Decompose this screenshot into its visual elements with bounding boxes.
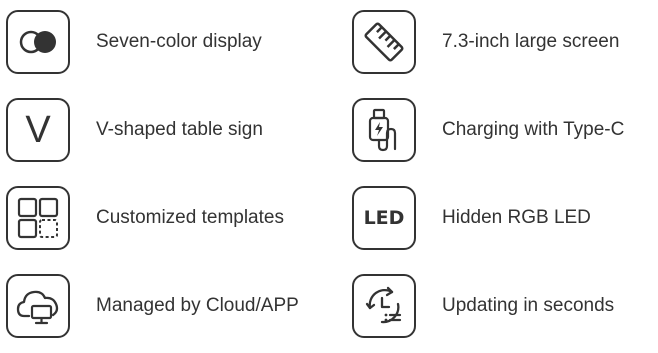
feature-label: Customized templates [96, 207, 284, 228]
feature-label: Updating in seconds [442, 295, 615, 316]
led-icon-text: LED [363, 206, 405, 229]
feature-label: V-shaped table sign [96, 119, 263, 140]
feature-label: Managed by Cloud/APP [96, 295, 299, 316]
refresh-clock-icon [352, 274, 416, 338]
ruler-icon [352, 10, 416, 74]
feature-label: Hidden RGB LED [442, 207, 591, 228]
template-grid-icon [6, 186, 70, 250]
feature-type-c-charging: Charging with Type-C [352, 98, 652, 172]
feature-v-shaped-table-sign: V V-shaped table sign [6, 98, 306, 172]
feature-hidden-rgb-led: LED Hidden RGB LED [352, 186, 652, 260]
led-text-icon: LED [352, 186, 416, 250]
feature-label: Charging with Type-C [442, 119, 625, 140]
feature-seven-color-display: Seven-color display [6, 10, 306, 84]
feature-large-screen: 7.3-inch large screen [352, 10, 652, 84]
feature-label: 7.3-inch large screen [442, 31, 620, 52]
cloud-monitor-icon [6, 274, 70, 338]
feature-updating-in-seconds: Updating in seconds [352, 274, 652, 348]
v-letter-text: V [25, 109, 51, 151]
feature-managed-cloud-app: Managed by Cloud/APP [6, 274, 326, 348]
feature-customized-templates: Customized templates [6, 186, 326, 260]
v-letter-icon: V [6, 98, 70, 162]
toggle-circles-icon [6, 10, 70, 74]
feature-label: Seven-color display [96, 31, 262, 52]
usb-c-cable-icon [352, 98, 416, 162]
